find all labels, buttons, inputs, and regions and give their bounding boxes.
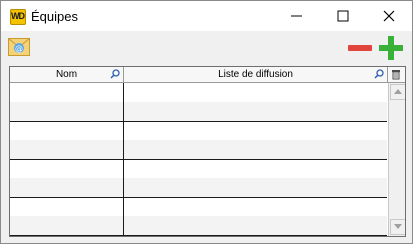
windev-logo-icon: WD: [10, 9, 26, 25]
cell-nom[interactable]: [10, 102, 124, 121]
cell-liste[interactable]: [124, 102, 387, 121]
scroll-down-button[interactable]: [390, 219, 405, 235]
maximize-icon: [337, 10, 349, 22]
column-header-liste[interactable]: Liste de diffusion: [124, 67, 388, 82]
table-header: Nom Liste de diffusion: [10, 67, 405, 83]
cell-nom[interactable]: [10, 159, 124, 178]
cell-liste[interactable]: [124, 140, 387, 159]
scroll-up-button[interactable]: [390, 84, 405, 100]
cell-nom[interactable]: [10, 83, 124, 102]
cell-liste[interactable]: [124, 83, 387, 102]
table-row[interactable]: [10, 83, 387, 103]
cell-nom[interactable]: [10, 178, 124, 197]
cell-liste[interactable]: [124, 159, 387, 178]
vertical-scrollbar[interactable]: [388, 83, 405, 236]
table-row[interactable]: [10, 140, 387, 160]
table-row[interactable]: [10, 197, 387, 217]
cell-liste[interactable]: [124, 197, 387, 216]
search-icon[interactable]: [110, 69, 120, 79]
teams-table: Nom Liste de diffusion: [9, 66, 406, 237]
email-at-icon[interactable]: @: [8, 38, 30, 56]
minimize-button[interactable]: [274, 1, 320, 31]
delete-icon[interactable]: [391, 69, 401, 80]
column-label-nom: Nom: [55, 69, 78, 80]
table-body: [10, 83, 387, 236]
table-row[interactable]: [10, 102, 387, 122]
close-icon: [383, 10, 395, 22]
cell-nom[interactable]: [10, 121, 124, 140]
search-icon[interactable]: [374, 69, 384, 79]
svg-text:@: @: [15, 44, 23, 53]
column-header-nom[interactable]: Nom: [10, 67, 124, 82]
window: WD Équipes @ Nom Liste de diffusion: [0, 0, 413, 244]
maximize-button[interactable]: [320, 1, 366, 31]
close-button[interactable]: [366, 1, 412, 31]
minimize-icon: [291, 15, 302, 17]
cell-nom[interactable]: [10, 140, 124, 159]
table-row[interactable]: [10, 216, 387, 236]
table-row[interactable]: [10, 121, 387, 141]
title-bar[interactable]: WD Équipes: [1, 1, 412, 31]
cell-nom[interactable]: [10, 216, 124, 235]
window-title: Équipes: [31, 9, 78, 24]
toolbar: @: [1, 31, 412, 64]
add-button[interactable]: [379, 36, 403, 60]
table-row[interactable]: [10, 159, 387, 179]
remove-button[interactable]: [348, 45, 372, 51]
cell-nom[interactable]: [10, 197, 124, 216]
column-label-liste: Liste de diffusion: [218, 69, 293, 80]
app-icon-text: WD: [11, 11, 25, 21]
cell-liste[interactable]: [124, 216, 387, 235]
table-row[interactable]: [10, 178, 387, 198]
cell-liste[interactable]: [124, 178, 387, 197]
cell-liste[interactable]: [124, 121, 387, 140]
